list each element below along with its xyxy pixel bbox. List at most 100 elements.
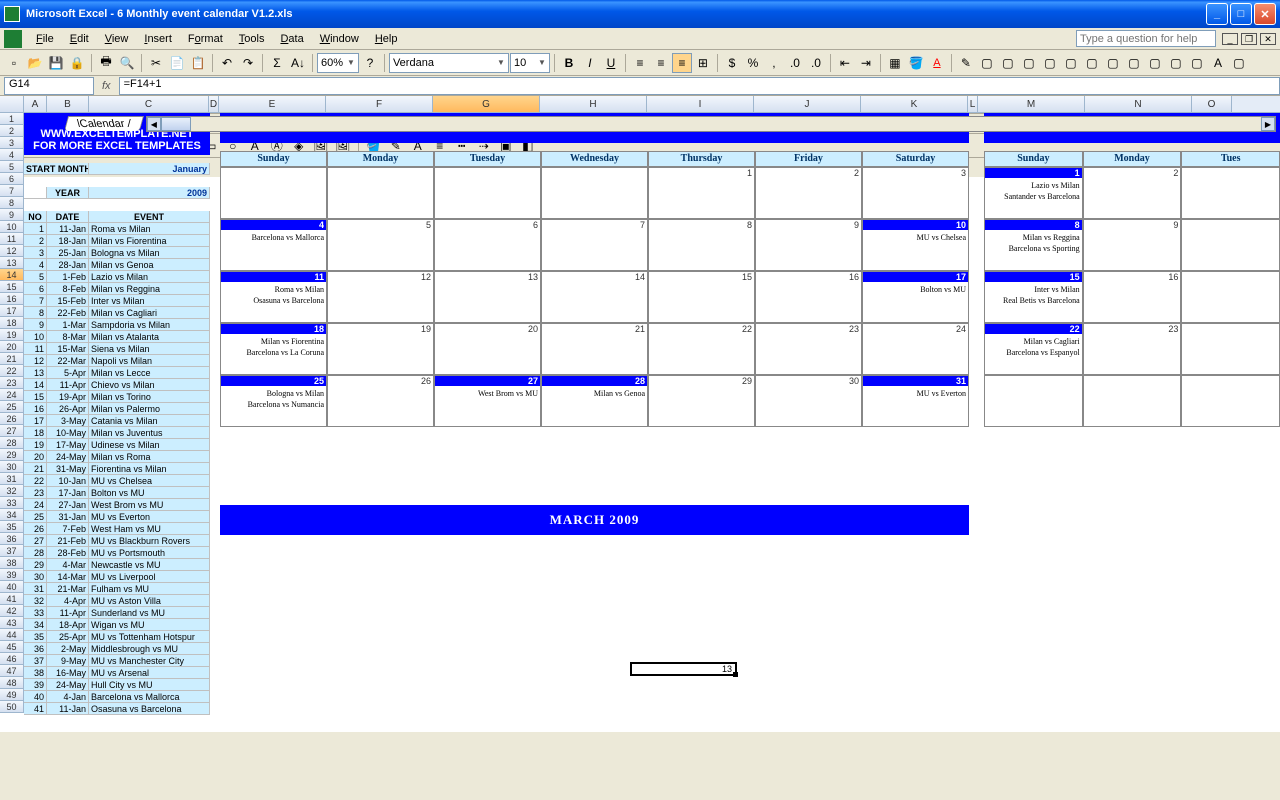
- print-icon[interactable]: 🖶: [96, 53, 116, 73]
- calendar-cell[interactable]: [541, 167, 648, 219]
- increase-decimal-icon[interactable]: .0: [785, 53, 805, 73]
- tool-icon[interactable]: ▢: [1019, 53, 1039, 73]
- event-row[interactable]: 2131-MayFiorentina vs Milan: [24, 463, 210, 475]
- calendar-cell[interactable]: [1181, 375, 1280, 427]
- percent-icon[interactable]: %: [743, 53, 763, 73]
- col-header-F[interactable]: F: [326, 96, 433, 112]
- calendar-cell[interactable]: 3: [862, 167, 969, 219]
- underline-icon[interactable]: U: [601, 53, 621, 73]
- event-row[interactable]: 2024-MayMilan vs Roma: [24, 451, 210, 463]
- col-header-H[interactable]: H: [540, 96, 647, 112]
- calendar-cell[interactable]: 10MU vs Chelsea: [862, 219, 969, 271]
- redo-icon[interactable]: ↷: [238, 53, 258, 73]
- minimize-button[interactable]: _: [1206, 3, 1228, 25]
- doc-minimize-button[interactable]: _: [1222, 33, 1238, 45]
- event-row[interactable]: 294-MarNewcastle vs MU: [24, 559, 210, 571]
- calendar-cell[interactable]: 31MU vs Everton: [862, 375, 969, 427]
- calendar-cell[interactable]: 1Lazio vs MilanSantander vs Barcelona: [984, 167, 1083, 219]
- help-icon[interactable]: ?: [360, 53, 380, 73]
- event-row[interactable]: 3418-AprWigan vs MU: [24, 619, 210, 631]
- copy-icon[interactable]: 📄: [167, 53, 187, 73]
- event-row[interactable]: 267-FebWest Ham vs MU: [24, 523, 210, 535]
- calendar-cell[interactable]: 24: [862, 323, 969, 375]
- row-header-40[interactable]: 40: [0, 581, 24, 593]
- calendar-cell[interactable]: 7: [541, 219, 648, 271]
- cut-icon[interactable]: ✂: [146, 53, 166, 73]
- calendar-cell[interactable]: [1181, 167, 1280, 219]
- merge-icon[interactable]: ⊞: [693, 53, 713, 73]
- row-header-10[interactable]: 10: [0, 221, 24, 233]
- event-row[interactable]: 135-AprMilan vs Lecce: [24, 367, 210, 379]
- row-header-32[interactable]: 32: [0, 485, 24, 497]
- event-row[interactable]: 4111-JanOsasuna vs Barcelona: [24, 703, 210, 715]
- borders-icon[interactable]: ▦: [885, 53, 905, 73]
- col-header-D[interactable]: D: [209, 96, 219, 112]
- event-row[interactable]: 2531-JanMU vs Everton: [24, 511, 210, 523]
- calendar-cell[interactable]: 8: [648, 219, 755, 271]
- tool-icon[interactable]: A: [1208, 53, 1228, 73]
- tool-icon[interactable]: ▢: [998, 53, 1018, 73]
- event-row[interactable]: 3525-AprMU vs Tottenham Hotspur: [24, 631, 210, 643]
- row-header-17[interactable]: 17: [0, 305, 24, 317]
- event-row[interactable]: 173-MayCatania vs Milan: [24, 415, 210, 427]
- calendar-cell[interactable]: 8Milan vs RegginaBarcelona vs Sporting: [984, 219, 1083, 271]
- row-header-26[interactable]: 26: [0, 413, 24, 425]
- row-header-33[interactable]: 33: [0, 497, 24, 509]
- calendar-cell[interactable]: [434, 167, 541, 219]
- calendar-cell[interactable]: 16: [1083, 271, 1182, 323]
- fill-color-icon[interactable]: 🪣: [906, 53, 926, 73]
- fontsize-select[interactable]: 10▼: [510, 53, 550, 73]
- row-header-25[interactable]: 25: [0, 401, 24, 413]
- event-row[interactable]: 1810-MayMilan vs Juventus: [24, 427, 210, 439]
- row-header-36[interactable]: 36: [0, 533, 24, 545]
- sheet-tab-calendar[interactable]: \Calendar /: [64, 116, 144, 131]
- row-header-48[interactable]: 48: [0, 677, 24, 689]
- row-header-38[interactable]: 38: [0, 557, 24, 569]
- row-header-31[interactable]: 31: [0, 473, 24, 485]
- row-header-7[interactable]: 7: [0, 185, 24, 197]
- event-row[interactable]: 2721-FebMU vs Blackburn Rovers: [24, 535, 210, 547]
- calendar-cell[interactable]: 29: [648, 375, 755, 427]
- row-header-21[interactable]: 21: [0, 353, 24, 365]
- row-header-15[interactable]: 15: [0, 281, 24, 293]
- spreadsheet-grid[interactable]: ABCDEFGHIJKLMNO 123456789101112131415161…: [0, 96, 1280, 732]
- horizontal-scrollbar[interactable]: ◀ ▶: [146, 116, 1276, 132]
- calendar-cell[interactable]: 18Milan vs FiorentinaBarcelona vs La Cor…: [220, 323, 327, 375]
- col-header-A[interactable]: A: [24, 96, 47, 112]
- row-header-23[interactable]: 23: [0, 377, 24, 389]
- formula-input[interactable]: =F14+1: [119, 77, 1280, 95]
- menu-view[interactable]: View: [97, 30, 137, 48]
- menu-window[interactable]: Window: [312, 30, 367, 48]
- font-color-icon[interactable]: A: [927, 53, 947, 73]
- menu-tools[interactable]: Tools: [231, 30, 273, 48]
- select-all-corner[interactable]: [0, 96, 24, 113]
- menu-file[interactable]: FFileile: [28, 30, 62, 48]
- calendar-cell[interactable]: 30: [755, 375, 862, 427]
- bold-icon[interactable]: B: [559, 53, 579, 73]
- row-header-5[interactable]: 5: [0, 161, 24, 173]
- tool-icon[interactable]: ▢: [1229, 53, 1249, 73]
- calendar-cell[interactable]: 15: [648, 271, 755, 323]
- event-row[interactable]: 362-MayMiddlesbrough vs MU: [24, 643, 210, 655]
- menu-edit[interactable]: Edit: [62, 30, 97, 48]
- calendar-cell[interactable]: 25Bologna vs MilanBarcelona vs Numancia: [220, 375, 327, 427]
- menu-format[interactable]: Format: [180, 30, 231, 48]
- event-row[interactable]: 3924-MayHull City vs MU: [24, 679, 210, 691]
- calendar-cell[interactable]: 13: [434, 271, 541, 323]
- tool-icon[interactable]: ▢: [1082, 53, 1102, 73]
- col-header-J[interactable]: J: [754, 96, 861, 112]
- font-select[interactable]: Verdana▼: [389, 53, 509, 73]
- event-row[interactable]: 1411-AprChievo vs Milan: [24, 379, 210, 391]
- calendar-cell[interactable]: 28Milan vs Genoa: [541, 375, 648, 427]
- increase-indent-icon[interactable]: ⇥: [856, 53, 876, 73]
- event-row[interactable]: 715-FebInter vs Milan: [24, 295, 210, 307]
- event-row[interactable]: 91-MarSampdoria vs Milan: [24, 319, 210, 331]
- tool-icon[interactable]: ▢: [1040, 53, 1060, 73]
- calendar-cell[interactable]: 6: [434, 219, 541, 271]
- row-header-35[interactable]: 35: [0, 521, 24, 533]
- calendar-cell[interactable]: 12: [327, 271, 434, 323]
- tool-icon[interactable]: ▢: [1187, 53, 1207, 73]
- menu-help[interactable]: Help: [367, 30, 406, 48]
- col-header-G[interactable]: G: [433, 96, 540, 112]
- calendar-cell[interactable]: 17Bolton vs MU: [862, 271, 969, 323]
